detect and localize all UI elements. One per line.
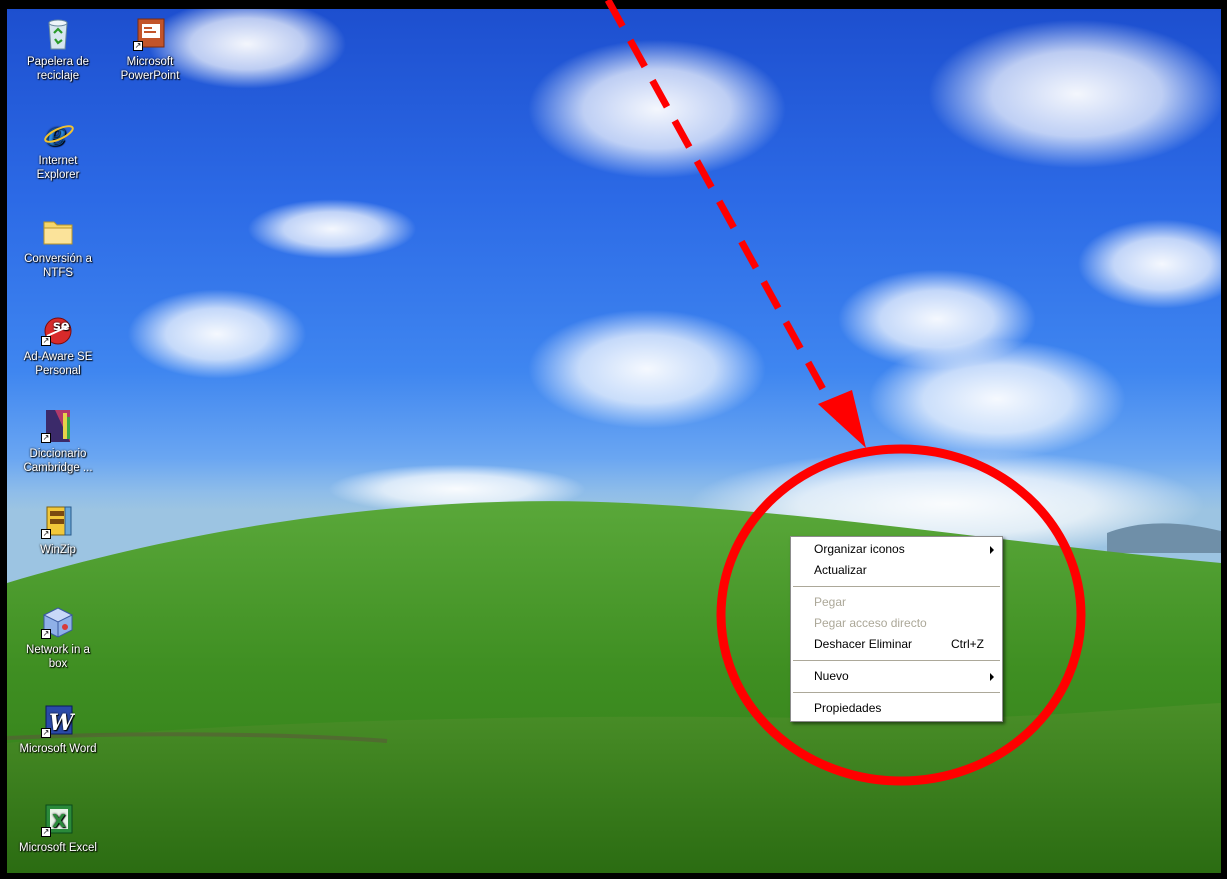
desktop-icon-winzip[interactable]: ↗ WinZip [12, 505, 104, 557]
cambridge-dictionary-icon: ↗ [41, 409, 75, 443]
icon-label-line1: Conversión a [24, 253, 92, 265]
cloud [1077, 219, 1221, 309]
green-hill [7, 501, 1221, 873]
menu-item-new[interactable]: Nuevo [791, 666, 1002, 687]
cloud [247, 199, 417, 259]
desktop-icon-adaware[interactable]: se ↗ Ad-Aware SE Personal [12, 312, 104, 378]
winzip-icon: ↗ [41, 505, 75, 539]
adaware-icon: se ↗ [41, 312, 75, 346]
desktop-icon-ntfs-folder[interactable]: Conversión a NTFS [12, 214, 104, 280]
menu-item-undo-delete[interactable]: Deshacer Eliminar Ctrl+Z [791, 634, 1002, 655]
menu-item-label: Actualizar [814, 563, 867, 577]
menu-separator [793, 586, 1000, 587]
internet-explorer-icon: e [41, 115, 75, 153]
svg-text:X: X [52, 811, 66, 832]
menu-item-label: Nuevo [814, 669, 849, 683]
icon-label-line2: reciclaje [36, 70, 80, 82]
shortcut-arrow-icon: ↗ [41, 433, 51, 443]
desktop-icon-powerpoint[interactable]: ↗ Microsoft PowerPoint [104, 17, 196, 83]
icon-label-line2: Cambridge ... [23, 462, 93, 474]
folder-icon [41, 214, 75, 248]
menu-item-paste[interactable]: Pegar [791, 592, 1002, 613]
desktop-context-menu: Organizar iconos Actualizar Pegar Pegar … [790, 536, 1003, 722]
recycle-bin-icon [41, 17, 75, 51]
cloud [927, 19, 1221, 169]
icon-label-line1: Microsoft [126, 56, 174, 68]
menu-item-paste-shortcut[interactable]: Pegar acceso directo [791, 613, 1002, 634]
submenu-arrow-icon [990, 546, 994, 554]
menu-item-arrange-icons[interactable]: Organizar iconos [791, 539, 1002, 560]
shortcut-arrow-icon: ↗ [41, 629, 51, 639]
excel-icon: X ↗ [41, 803, 75, 837]
svg-text:W: W [49, 710, 75, 736]
desktop-icon-cambridge-dictionary[interactable]: ↗ Diccionario Cambridge ... [12, 409, 104, 475]
icon-label-line1: Diccionario [29, 448, 87, 460]
menu-item-refresh[interactable]: Actualizar [791, 560, 1002, 581]
desktop-icon-excel[interactable]: X ↗ Microsoft Excel [12, 803, 104, 855]
desktop-icon-word[interactable]: W ↗ Microsoft Word [12, 704, 104, 756]
menu-item-label: Deshacer Eliminar [814, 637, 913, 651]
desktop[interactable]: Papelera de reciclaje ↗ Microsoft PowerP… [7, 9, 1221, 873]
menu-item-label: Organizar iconos [814, 542, 905, 556]
icon-label-line1: Microsoft Word [19, 743, 97, 755]
cloud [867, 339, 1127, 459]
icon-label-line1: Network in a [26, 644, 90, 656]
icon-label-line1: Ad-Aware SE [23, 351, 93, 363]
network-box-icon: ↗ [41, 605, 75, 639]
icon-label-line1: Microsoft Excel [19, 842, 97, 854]
icon-label-line2: Personal [35, 365, 81, 377]
desktop-icon-internet-explorer[interactable]: e Internet Explorer [12, 115, 104, 182]
menu-item-label: Propiedades [814, 701, 882, 715]
menu-item-properties[interactable]: Propiedades [791, 698, 1002, 719]
icon-label-line1: WinZip [40, 544, 76, 556]
shortcut-arrow-icon: ↗ [41, 529, 51, 539]
desktop-icon-network-in-a-box[interactable]: ↗ Network in a box [12, 605, 104, 671]
shortcut-arrow-icon: ↗ [41, 728, 51, 738]
icon-label-line2: PowerPoint [120, 70, 180, 82]
menu-item-label: Pegar acceso directo [814, 616, 927, 630]
submenu-arrow-icon [990, 673, 994, 681]
icon-label-line2: NTFS [42, 267, 74, 279]
word-icon: W ↗ [41, 704, 76, 738]
icon-label-line1: Internet [38, 155, 78, 167]
shortcut-arrow-icon: ↗ [41, 336, 51, 346]
desktop-icon-recycle-bin[interactable]: Papelera de reciclaje [12, 17, 104, 83]
icon-label-line2: Explorer [36, 169, 80, 181]
menu-item-accelerator: Ctrl+Z [951, 637, 984, 651]
shortcut-arrow-icon: ↗ [41, 827, 51, 837]
icon-label-line2: box [48, 658, 68, 670]
cloud [127, 289, 307, 379]
cloud [527, 309, 767, 429]
menu-separator [793, 660, 1000, 661]
menu-item-label: Pegar [814, 595, 847, 609]
icon-label-line1: Papelera de [26, 56, 90, 68]
shortcut-arrow-icon: ↗ [133, 41, 143, 51]
powerpoint-icon: ↗ [133, 17, 167, 51]
cloud [527, 39, 787, 179]
menu-separator [793, 692, 1000, 693]
